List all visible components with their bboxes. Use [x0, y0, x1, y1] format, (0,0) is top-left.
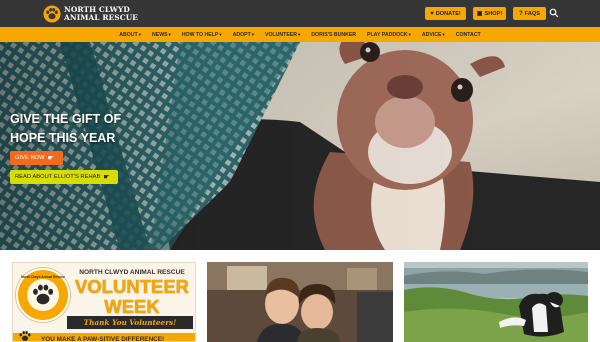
heart-icon: ♥: [430, 10, 434, 17]
thank-you-banner: Thank You Volunteers!: [67, 316, 193, 329]
question-icon: ?: [519, 10, 523, 17]
chevron-down-icon: ▾: [168, 31, 171, 37]
chevron-down-icon: ▾: [251, 31, 255, 37]
nav-label: ADOPT: [232, 31, 251, 38]
poster-title: VOLUNTEER WEEK: [70, 277, 194, 317]
nav-label: DORIS'S BUNKER: [311, 31, 357, 38]
faqs-label: FAQS: [524, 10, 540, 17]
paw-logo-icon: [43, 5, 61, 23]
news-card-volunteer-week[interactable]: North Clwyd Animal Rescue NORTH CLWYD AN…: [12, 262, 196, 342]
chevron-down-icon: ▾: [138, 31, 141, 37]
nav-item-about[interactable]: ABOUT▾: [119, 32, 141, 38]
pointing-hand-icon: ☛: [47, 155, 54, 162]
chevron-down-icon: ▾: [408, 31, 411, 37]
nav-item-play-paddock[interactable]: PLAY PADDOCK▾: [367, 32, 411, 38]
paw-icon: [19, 330, 31, 341]
donate-label: DONATE!: [435, 10, 461, 17]
shop-label: SHOP!: [484, 10, 503, 17]
nav-item-advice[interactable]: ADVICE▾: [422, 32, 445, 38]
news-card-photo-dog-coast[interactable]: [404, 262, 588, 342]
nav-label: ADVICE: [421, 31, 442, 38]
nav-label: HOW TO HELP: [181, 31, 219, 38]
poster-heading: NORTH CLWYD ANIMAL RESCUE: [79, 269, 185, 276]
rescue-seal: North Clwyd Animal Rescue: [16, 268, 70, 322]
hero-banner: GIVE THE GIFT OF HOPE THIS YEAR GIVE NOW…: [0, 42, 600, 250]
bag-icon: ▣: [476, 10, 483, 17]
search-icon[interactable]: [549, 8, 559, 18]
read-elliot-rehab-button[interactable]: READ ABOUT ELLIOT'S REHAB ☛: [10, 170, 118, 184]
site-logo[interactable]: NORTH CLWYD ANIMAL RESCUE: [43, 4, 143, 24]
poster-title-line-2: WEEK: [104, 296, 160, 317]
nav-item-doris-bunker[interactable]: DORIS'S BUNKER: [311, 32, 356, 38]
nav-item-how-to-help[interactable]: HOW TO HELP▾: [182, 32, 222, 38]
nav-item-contact[interactable]: CONTACT: [456, 32, 481, 38]
pointing-hand-icon: ☛: [103, 174, 110, 181]
hero-title: GIVE THE GIFT OF HOPE THIS YEAR: [10, 112, 122, 145]
site-header: NORTH CLWYD ANIMAL RESCUE ♥ DONATE! ▣ SH…: [0, 0, 600, 27]
nav-label: ABOUT: [119, 31, 138, 38]
poster-title-line-1: VOLUNTEER: [74, 276, 190, 297]
dog-coast-photo: [404, 262, 588, 342]
nav-label: CONTACT: [455, 31, 481, 38]
seal-inner: [27, 279, 59, 311]
logo-wordmark: NORTH CLWYD ANIMAL RESCUE: [64, 6, 138, 22]
nav-item-volunteer[interactable]: VOLUNTEER▾: [265, 32, 300, 38]
shop-button[interactable]: ▣ SHOP!: [473, 7, 506, 20]
news-card-photo-children[interactable]: [207, 262, 393, 342]
chevron-down-icon: ▾: [219, 31, 222, 37]
nav-label: NEWS: [151, 31, 168, 38]
nav-label: PLAY PADDOCK: [367, 31, 408, 38]
read-elliot-label: READ ABOUT ELLIOT'S REHAB: [15, 174, 101, 180]
faqs-button[interactable]: ? FAQS: [513, 7, 546, 20]
chevron-down-icon: ▾: [298, 31, 301, 37]
logo-line-2: ANIMAL RESCUE: [64, 13, 139, 22]
chevron-down-icon: ▾: [442, 31, 445, 37]
children-photo: [207, 262, 393, 342]
nav-item-news[interactable]: NEWS▾: [152, 32, 171, 38]
paw-icon: [33, 284, 54, 305]
main-nav: ABOUT▾ NEWS▾ HOW TO HELP▾ ADOPT▾ VOLUNTE…: [0, 27, 600, 42]
donate-button[interactable]: ♥ DONATE!: [425, 7, 466, 20]
give-now-label: GIVE NOW: [15, 155, 45, 161]
nav-label: VOLUNTEER: [265, 31, 298, 38]
give-now-button[interactable]: GIVE NOW ☛: [10, 151, 63, 165]
nav-item-adopt[interactable]: ADOPT▾: [233, 32, 254, 38]
